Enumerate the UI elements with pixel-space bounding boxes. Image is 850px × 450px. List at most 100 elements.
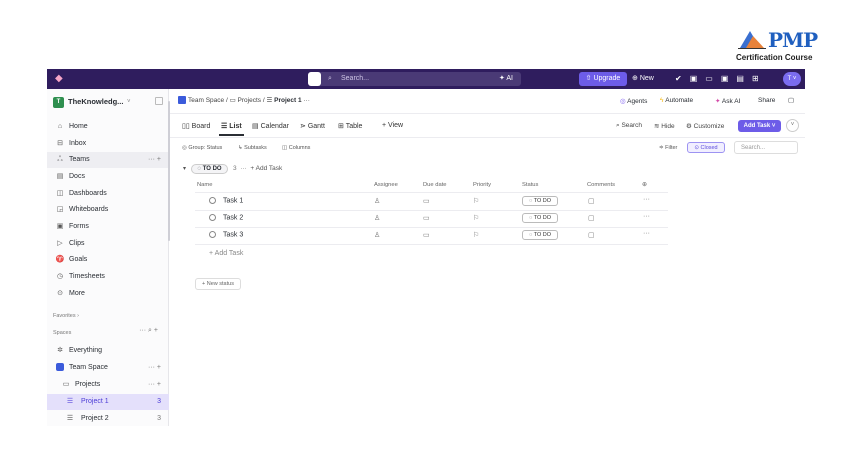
upgrade-button[interactable]: ⇧ Upgrade [579, 72, 627, 86]
search-button[interactable]: ⌕ Search [616, 122, 642, 130]
sidebar-item-home[interactable]: ⌂ Home [47, 119, 169, 135]
collapse-sidebar-icon[interactable] [155, 97, 163, 105]
tab-calendar[interactable]: ▤ Calendar [252, 122, 289, 130]
group-add-task-button[interactable]: + Add Task [250, 165, 282, 172]
status-badge[interactable]: ◌ TO DO [522, 196, 558, 206]
team-space-actions[interactable]: ··· + [148, 360, 161, 376]
column-header-priority[interactable]: Priority [473, 182, 491, 188]
calendar-icon[interactable] [308, 72, 321, 86]
row-more-button[interactable]: ··· [643, 213, 650, 220]
task-name[interactable]: Task 3 [209, 231, 243, 238]
due-date-icon[interactable]: ▭ [423, 214, 430, 222]
assignee-icon[interactable]: ♙ [374, 231, 380, 239]
teams-actions[interactable]: ··· + [148, 152, 161, 168]
row-more-button[interactable]: ··· [643, 196, 650, 203]
tab-list[interactable]: ☰ List [221, 122, 242, 130]
column-header-comments[interactable]: Comments [587, 182, 615, 188]
due-date-icon[interactable]: ▭ [423, 197, 430, 205]
closed-toggle[interactable]: ⊙ Closed [687, 142, 725, 153]
sidebar-item-inbox[interactable]: ⊟ Inbox [47, 136, 169, 152]
collapse-caret-icon[interactable]: ▾ [183, 166, 186, 172]
sidebar-item-project-2[interactable]: ☰ Project 2 3 [47, 411, 169, 426]
todo-status-pill[interactable]: ◌ TO DO [191, 164, 228, 174]
customize-button[interactable]: ⚙ Customize [686, 122, 724, 130]
spaces-actions[interactable]: ··· ⌕ + [139, 327, 158, 335]
subtasks-button[interactable]: ↳ Subtasks [238, 143, 267, 153]
agents-button[interactable]: ◎ Agents [620, 97, 647, 105]
sidebar-item-more[interactable]: ⊙ More [47, 286, 169, 302]
sidebar-item-forms[interactable]: ▣ Forms [47, 219, 169, 235]
assignee-icon[interactable]: ♙ [374, 214, 380, 222]
sidebar-item-docs[interactable]: ▤ Docs [47, 169, 169, 185]
add-task-button[interactable]: Add Task ˅ [738, 120, 781, 132]
sidebar-item-project-1[interactable]: ☰ Project 1 3 [47, 394, 169, 410]
hide-button[interactable]: ≋ Hide [654, 122, 675, 130]
app-logo-icon[interactable]: ◆ [55, 73, 67, 85]
sidebar-item-everything[interactable]: ✲ Everything [47, 343, 169, 359]
priority-flag-icon[interactable]: ⚐ [473, 214, 479, 222]
favorites-section[interactable]: Favorites › [53, 313, 79, 319]
ai-button[interactable]: ✦ AI [499, 72, 513, 86]
global-search[interactable]: ⌕ Search... ✦ AI [308, 72, 521, 86]
share-button[interactable]: Share [758, 97, 775, 104]
chevron-down-icon[interactable]: ˅ [127, 95, 131, 109]
workspace-switcher[interactable]: T TheKnowledg... [53, 95, 123, 109]
table-row[interactable]: Task 3 ♙ ▭ ⚐ ◌ TO DO ▢ ··· [195, 227, 668, 244]
tab-board[interactable]: ▯▯ Board [182, 122, 210, 130]
sidebar-item-projects[interactable]: ▭ Projects ··· + [47, 377, 169, 393]
breadcrumb-list[interactable]: Project 1 [274, 97, 301, 104]
add-column-icon[interactable]: ⊕ [642, 182, 647, 188]
comment-icon[interactable]: ▢ [588, 197, 595, 205]
chat-icon[interactable]: ▢ [788, 96, 794, 104]
add-task-row[interactable]: + Add Task [209, 250, 243, 257]
list-search-input[interactable]: Search... [734, 141, 798, 154]
sidebar-item-dashboards[interactable]: ◫ Dashboards [47, 186, 169, 202]
sidebar-item-goals[interactable]: ♈ Goals [47, 252, 169, 268]
comment-icon[interactable]: ▢ [588, 214, 595, 222]
sidebar-item-whiteboards[interactable]: ◲ Whiteboards [47, 202, 169, 218]
automate-button[interactable]: ϟ Automate [660, 97, 693, 104]
group-status-button[interactable]: ◎ Group: Status [182, 143, 222, 153]
new-button[interactable]: ⊕ New [632, 72, 654, 86]
group-more-button[interactable]: ··· [240, 165, 247, 172]
sidebar-item-team-space[interactable]: Team Space ··· + [47, 360, 169, 376]
sidebar-scrollbar[interactable] [168, 101, 170, 241]
sidebar-item-timesheets[interactable]: ◷ Timesheets [47, 269, 169, 285]
status-group-header: ▾ ◌ TO DO 3 ··· + Add Task [183, 164, 282, 174]
task-name[interactable]: Task 2 [209, 214, 243, 221]
column-header-due-date[interactable]: Due date [423, 182, 447, 188]
avatar[interactable]: T ˅ [783, 72, 801, 86]
comment-icon[interactable]: ▢ [588, 231, 595, 239]
breadcrumb-folder[interactable]: Projects [238, 97, 261, 104]
status-badge[interactable]: ◌ TO DO [522, 213, 558, 223]
due-date-icon[interactable]: ▭ [423, 231, 430, 239]
task-status-circle-icon[interactable] [209, 197, 216, 204]
task-name[interactable]: Task 1 [209, 197, 243, 204]
assignee-icon[interactable]: ♙ [374, 197, 380, 205]
column-header-assignee[interactable]: Assignee [374, 182, 398, 188]
ask-ai-button[interactable]: ✦ Ask AI [715, 97, 740, 105]
status-badge[interactable]: ◌ TO DO [522, 230, 558, 240]
column-header-name[interactable]: Name [197, 182, 212, 188]
row-more-button[interactable]: ··· [643, 230, 650, 237]
task-status-circle-icon[interactable] [209, 214, 216, 221]
tab-gantt[interactable]: ⋗ Gantt [300, 122, 325, 130]
tab-table[interactable]: ⊞ Table [338, 122, 362, 130]
priority-flag-icon[interactable]: ⚐ [473, 197, 479, 205]
topbar-icons[interactable]: ✔▣▭▣▤⊞ [675, 72, 767, 86]
task-status-circle-icon[interactable] [209, 231, 216, 238]
sidebar-item-clips[interactable]: ▷ Clips [47, 236, 169, 252]
priority-flag-icon[interactable]: ⚐ [473, 231, 479, 239]
projects-actions[interactable]: ··· + [148, 377, 161, 393]
table-row[interactable]: Task 1 ♙ ▭ ⚐ ◌ TO DO ▢ ··· [195, 193, 668, 210]
columns-button[interactable]: ◫ Columns [282, 143, 310, 153]
breadcrumb-more-button[interactable]: ··· [303, 97, 310, 104]
column-header-status[interactable]: Status [522, 182, 538, 188]
filter-button[interactable]: ≑ Filter [659, 143, 677, 153]
new-status-button[interactable]: + New status [195, 278, 241, 290]
breadcrumb-space[interactable]: Team Space [188, 97, 224, 104]
add-view-button[interactable]: + View [382, 122, 403, 129]
table-row[interactable]: Task 2 ♙ ▭ ⚐ ◌ TO DO ▢ ··· [195, 210, 668, 227]
sidebar-item-teams[interactable]: ஃ Teams ··· + [47, 152, 169, 168]
chevron-down-icon[interactable]: ˅ [786, 119, 799, 132]
